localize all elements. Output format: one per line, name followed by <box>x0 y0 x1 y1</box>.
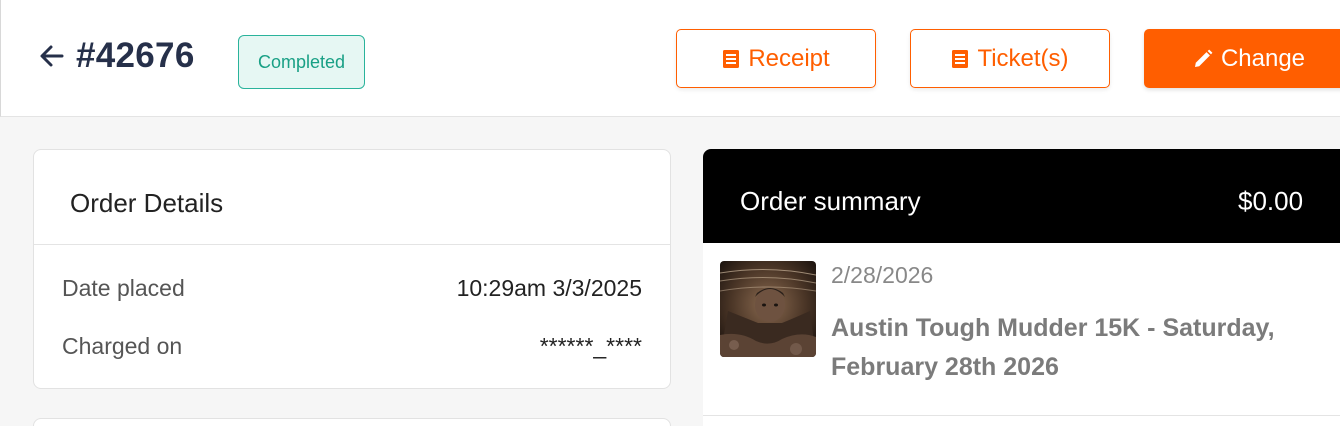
change-label: Change <box>1220 44 1306 72</box>
page-header: #42676 Completed Receipt Ticket(s) Chang… <box>0 0 1340 117</box>
ticket-icon <box>951 49 969 69</box>
divider <box>34 244 670 245</box>
date-placed-value: 10:29am 3/3/2025 <box>456 275 642 301</box>
divider <box>703 415 1340 416</box>
event-thumbnail <box>720 261 816 357</box>
order-details-title: Order Details <box>70 188 224 218</box>
order-details-card: Order Details Date placed 10:29am 3/3/20… <box>33 149 671 389</box>
pencil-icon <box>1193 49 1213 69</box>
order-summary-card: Order summary $0.00 2/28/2026 Austin Tou… <box>703 149 1340 426</box>
tickets-label: Ticket(s) <box>977 44 1069 72</box>
event-title[interactable]: Austin Tough Mudder 15K - Saturday, Febr… <box>831 309 1331 387</box>
event-date: 2/28/2026 <box>831 262 934 288</box>
arrow-left-icon <box>40 45 64 67</box>
change-button[interactable]: Change <box>1144 29 1340 88</box>
receipt-button[interactable]: Receipt <box>676 29 876 88</box>
order-summary-title: Order summary <box>740 186 921 216</box>
tickets-button[interactable]: Ticket(s) <box>910 29 1110 88</box>
order-summary-header: Order summary $0.00 <box>703 149 1340 243</box>
back-button[interactable] <box>37 40 67 72</box>
charged-on-value: ******_**** <box>539 333 642 359</box>
status-badge: Completed <box>238 35 365 89</box>
receipt-icon <box>722 49 740 69</box>
order-number: #42676 <box>76 36 195 75</box>
receipt-label: Receipt <box>748 44 830 72</box>
secondary-card <box>33 418 671 426</box>
charged-on-label: Charged on <box>62 333 183 359</box>
order-total: $0.00 <box>1238 186 1304 216</box>
date-placed-label: Date placed <box>62 275 185 301</box>
